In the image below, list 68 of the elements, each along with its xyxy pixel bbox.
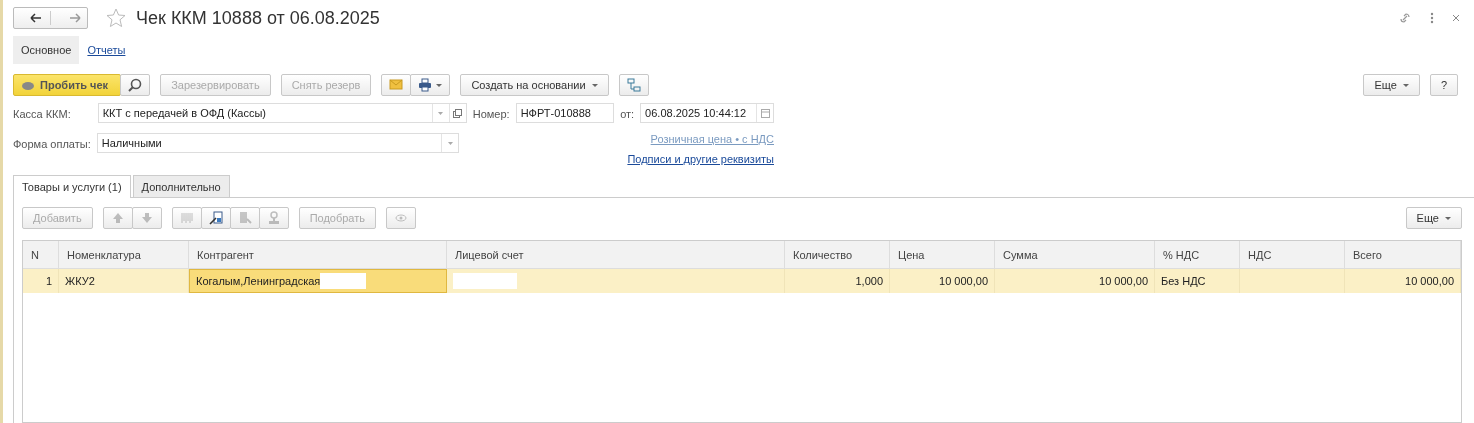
stamp-icon	[266, 211, 281, 225]
date-field[interactable]: 06.08.2025 10:44:12	[640, 103, 774, 123]
calendar-icon[interactable]	[760, 108, 770, 118]
table-cell: 10 000,00	[995, 269, 1155, 293]
close-icon[interactable]	[1452, 14, 1460, 22]
column-header[interactable]: Количество	[785, 241, 890, 269]
column-header[interactable]: Сумма	[995, 241, 1155, 269]
back-arrow-icon[interactable]	[30, 13, 42, 23]
tab[interactable]: Товары и услуги (1)	[13, 175, 131, 198]
column-header[interactable]: Лицевой счет	[447, 241, 785, 269]
printer-button[interactable]	[410, 74, 451, 96]
printer-icon	[418, 78, 433, 92]
document-arrow-button[interactable]	[200, 207, 231, 229]
table-cell: 10 000,00	[1345, 269, 1461, 293]
caret-icon	[436, 83, 443, 87]
cash-register-field[interactable]: ККТ с передачей в ОФД (Кассы)	[97, 103, 467, 123]
table-cell: Без НДС	[1155, 269, 1240, 293]
tab[interactable]: Дополнительно	[132, 175, 230, 197]
arrow-up-icon	[110, 211, 125, 225]
menu-button[interactable]: Еще	[1405, 207, 1462, 229]
receipt-icon	[22, 80, 34, 90]
table-cell: 10 000,00	[890, 269, 995, 293]
number-field[interactable]: НФРТ-010888	[515, 103, 615, 123]
caret-icon	[591, 83, 598, 87]
search-icon	[128, 78, 143, 92]
dropdown-icon[interactable]	[447, 141, 453, 145]
field-label: Форма оплаты:	[13, 137, 91, 152]
window-title: Чек ККМ 10888 от 06.08.2025	[136, 7, 380, 29]
star-icon[interactable]	[106, 8, 126, 28]
caret-icon	[1402, 83, 1409, 87]
column-header[interactable]: Номенклатура	[59, 241, 189, 269]
envelope-icon	[389, 78, 404, 92]
dropdown-icon[interactable]	[438, 111, 444, 115]
eye-icon	[394, 211, 408, 225]
field-label: Касса ККМ:	[13, 107, 72, 122]
section-tab[interactable]: Отчеты	[79, 36, 134, 64]
document-icon	[237, 211, 252, 225]
field-label: Номер:	[472, 107, 510, 122]
redaction-block	[453, 273, 517, 289]
link-icon[interactable]	[1398, 11, 1412, 25]
column-header[interactable]: Контрагент	[189, 241, 447, 269]
section-tab[interactable]: Основное	[13, 36, 80, 64]
column-header[interactable]: Цена	[890, 241, 995, 269]
caret-icon	[1445, 216, 1451, 220]
open-icon[interactable]	[453, 108, 463, 118]
field-label: от:	[620, 107, 635, 122]
column-header[interactable]: % НДС	[1155, 241, 1240, 269]
table-cell: ЖКУ2	[59, 269, 189, 293]
forward-arrow-icon[interactable]	[69, 13, 81, 23]
menu-button[interactable]: Создать на основании	[460, 74, 609, 96]
column-header[interactable]: N	[23, 241, 59, 269]
menu-button[interactable]: Еще	[1363, 74, 1420, 96]
redaction-block	[320, 273, 367, 289]
print-receipt-button[interactable]: Пробить чек	[13, 74, 122, 96]
search-button[interactable]	[120, 74, 151, 96]
column-header[interactable]: НДС	[1240, 241, 1345, 269]
column-header[interactable]: Всего	[1345, 241, 1461, 269]
more-icon[interactable]	[1430, 12, 1434, 24]
link[interactable]: Подписи и другие реквизиты	[627, 153, 774, 165]
structure-button[interactable]	[618, 74, 649, 96]
payment-form-field[interactable]: Наличными	[96, 133, 460, 153]
document-arrow-icon	[208, 211, 223, 225]
table-cell: 1,000	[785, 269, 890, 293]
table-cell: 1	[23, 269, 59, 293]
table-cell: Когалым,Ленинградская	[189, 269, 447, 293]
toolbar-button[interactable]: ?	[1429, 74, 1458, 96]
arrow-down-icon	[139, 211, 154, 225]
structure-icon	[626, 78, 641, 92]
